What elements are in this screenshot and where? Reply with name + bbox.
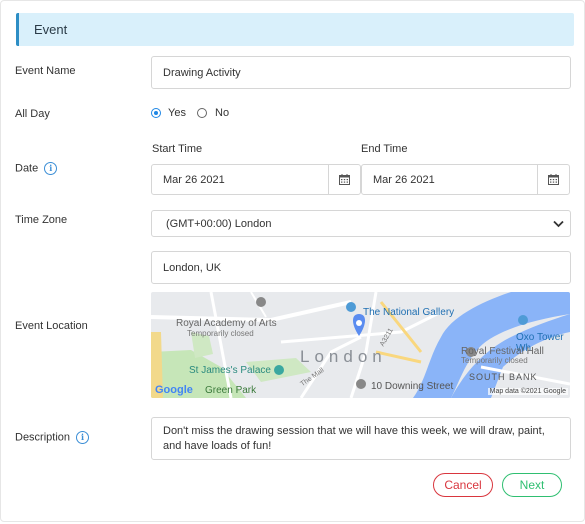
radio-no[interactable]: [197, 108, 207, 118]
date-label-text: Date: [15, 162, 39, 175]
time-zone-select[interactable]: (GMT+00:00) London: [151, 210, 571, 237]
map-label: 10 Downing Street: [371, 381, 454, 392]
radio-no-label: No: [215, 107, 230, 119]
location-value: London, UK: [163, 261, 222, 274]
next-button[interactable]: Next: [502, 473, 562, 497]
calendar-icon: [339, 174, 350, 185]
section-title: Event: [34, 22, 68, 37]
cancel-button[interactable]: Cancel: [433, 473, 493, 497]
chevron-down-icon: [553, 220, 564, 228]
event-name-input[interactable]: Drawing Activity: [151, 56, 571, 89]
location-map[interactable]: The National Gallery Royal Academy of Ar…: [151, 292, 570, 398]
description-label: Description i: [15, 431, 90, 444]
end-calendar-button[interactable]: [537, 164, 570, 195]
time-zone-label: Time Zone: [15, 214, 68, 226]
radio-yes-label: Yes: [168, 107, 186, 119]
map-label: Royal Academy of Arts: [176, 318, 277, 329]
end-date-input[interactable]: Mar 26 2021: [361, 164, 538, 195]
description-label-text: Description: [15, 431, 71, 444]
event-name-value: Drawing Activity: [163, 66, 241, 79]
date-label: Date i: [15, 162, 58, 175]
start-date-input[interactable]: Mar 26 2021: [151, 164, 329, 195]
radio-yes[interactable]: [151, 108, 161, 118]
map-label: The National Gallery: [363, 307, 455, 318]
all-day-label: All Day: [15, 108, 50, 120]
map-attribution: Map data ©2021 Google: [487, 388, 568, 395]
event-form-card: Event Event Name Drawing Activity All Da…: [0, 0, 585, 522]
section-header: Event: [16, 13, 574, 46]
info-icon[interactable]: i: [44, 162, 58, 175]
start-time-label: Start Time: [152, 143, 203, 155]
start-date-value: Mar 26 2021: [163, 173, 225, 186]
event-name-label: Event Name: [15, 65, 76, 77]
calendar-icon: [548, 174, 559, 185]
map-label: Green Park: [205, 385, 257, 396]
map-label: London: [300, 347, 387, 366]
info-icon[interactable]: i: [76, 431, 90, 444]
end-date-value: Mar 26 2021: [373, 173, 435, 186]
start-calendar-button[interactable]: [328, 164, 361, 195]
end-time-label: End Time: [361, 143, 408, 155]
map-label: St James's Palace: [189, 365, 271, 376]
map-label: Temporarily closed: [187, 329, 254, 338]
location-input[interactable]: London, UK: [151, 251, 571, 284]
map-label: SOUTH BANK: [469, 372, 538, 382]
google-logo: Google: [155, 384, 193, 396]
time-zone-value: (GMT+00:00) London: [166, 217, 272, 230]
description-value: Don't miss the drawing session that we w…: [163, 425, 545, 452]
map-label: Temporarily closed: [461, 356, 528, 365]
event-location-label: Event Location: [15, 320, 88, 332]
description-textarea[interactable]: Don't miss the drawing session that we w…: [151, 417, 571, 460]
map-graphic: [151, 292, 570, 398]
